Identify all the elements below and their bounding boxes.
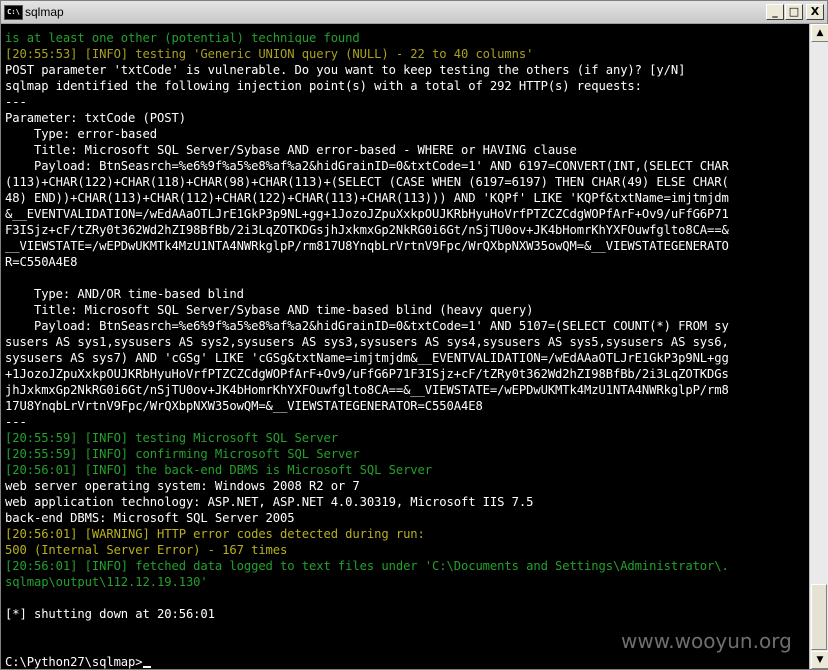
window-title: sqlmap: [25, 5, 64, 19]
vertical-scrollbar[interactable]: ▲ ▼: [809, 24, 828, 669]
command-prompt[interactable]: C:\Python27\sqlmap>: [5, 654, 805, 670]
watermark-text: www.wooyun.org: [621, 629, 792, 653]
console-line: susers AS sys1,sysusers AS sys2,sysusers…: [5, 335, 729, 349]
text-cursor: [142, 666, 151, 668]
console-line: 17U8YnqbLrVrtnV9Fpc/WrQXbpNXW35owQM=&__V…: [5, 399, 483, 413]
console-line: ---: [5, 415, 27, 429]
console-line: Payload: BtnSeasrch=%e6%9f%a5%e8%af%a2&h…: [5, 319, 729, 333]
console-line: &__EVENTVALIDATION=/wEdAAaOTLJrE1GkP3p9N…: [5, 207, 729, 221]
console-line: Payload: BtnSeasrch=%e6%9f%a5%e8%af%a2&h…: [5, 159, 729, 173]
console-output[interactable]: is at least one other (potential) techni…: [3, 24, 807, 670]
console-line: 500 (Internal Server Error) - 167 times: [5, 543, 288, 557]
console-line: sqlmap\output\112.12.19.130': [5, 575, 208, 589]
console-line: sysusers AS sys7) AND 'cGSg' LIKE 'cGSg&…: [5, 351, 729, 365]
console-line: [20:55:53] [INFO] testing 'Generic UNION…: [5, 47, 534, 61]
console-line: ---: [5, 95, 27, 109]
console-line: web application technology: ASP.NET, ASP…: [5, 495, 534, 509]
console-line: Parameter: txtCode (POST): [5, 111, 186, 125]
scroll-down-icon[interactable]: ▼: [811, 651, 828, 669]
console-line: [20:56:01] [WARNING] HTTP error codes de…: [5, 527, 425, 541]
close-button[interactable]: X: [806, 4, 824, 20]
console-line: F3ISjz+cF/tZRy0t362Wd2hZI98BfBb/2i3LqZOT…: [5, 223, 729, 237]
scrollbar-thumb[interactable]: [811, 584, 827, 650]
console-line: POST parameter 'txtCode' is vulnerable. …: [5, 63, 686, 77]
title-bar[interactable]: C:\ sqlmap _ □ X: [1, 1, 827, 24]
console-line: Title: Microsoft SQL Server/Sybase AND t…: [5, 303, 534, 317]
console-line: 48) END))+CHAR(113)+CHAR(112)+CHAR(122)+…: [5, 191, 729, 205]
console-line: R=C550A4E8: [5, 255, 78, 269]
console-line: back-end DBMS: Microsoft SQL Server 2005: [5, 511, 295, 525]
console-line: [20:55:59] [INFO] testing Microsoft SQL …: [5, 431, 338, 445]
console-lines: is at least one other (potential) techni…: [5, 30, 805, 670]
minimize-button[interactable]: _: [766, 4, 784, 20]
console-app-icon[interactable]: C:\: [4, 5, 23, 20]
console-line: is at least one other (potential) techni…: [5, 31, 360, 45]
console-line: Type: AND/OR time-based blind: [5, 287, 244, 301]
console-line: [20:56:01] [INFO] the back-end DBMS is M…: [5, 463, 433, 477]
console-line: Type: error-based: [5, 127, 157, 141]
console-line: jhJxkmxGp2NkRG0i6Gt/nSjTU0ov+JK4bHomrKhY…: [5, 383, 729, 397]
maximize-button[interactable]: □: [785, 4, 803, 20]
console-line: [*] shutting down at 20:56:01: [5, 607, 215, 621]
scroll-up-icon[interactable]: ▲: [811, 24, 828, 42]
console-line: __VIEWSTATE=/wEPDwUKMTk4MzU1NTA4NWRkglpP…: [5, 239, 729, 253]
console-line: +1JozoJZpuXxkpOUJKRbHyuHoVrfPTZCZCdgWOPf…: [5, 367, 729, 381]
console-line: [20:55:59] [INFO] confirming Microsoft S…: [5, 447, 360, 461]
console-line: web server operating system: Windows 200…: [5, 479, 360, 493]
console-line: [20:56:01] [INFO] fetched data logged to…: [5, 559, 729, 573]
console-line: sqlmap identified the following injectio…: [5, 79, 642, 93]
console-line: (113)+CHAR(122)+CHAR(118)+CHAR(98)+CHAR(…: [5, 175, 729, 189]
console-window: C:\ sqlmap _ □ X is at least one other (…: [0, 0, 828, 670]
console-line: Title: Microsoft SQL Server/Sybase AND e…: [5, 143, 577, 157]
prompt-text: C:\Python27\sqlmap>: [5, 655, 143, 669]
